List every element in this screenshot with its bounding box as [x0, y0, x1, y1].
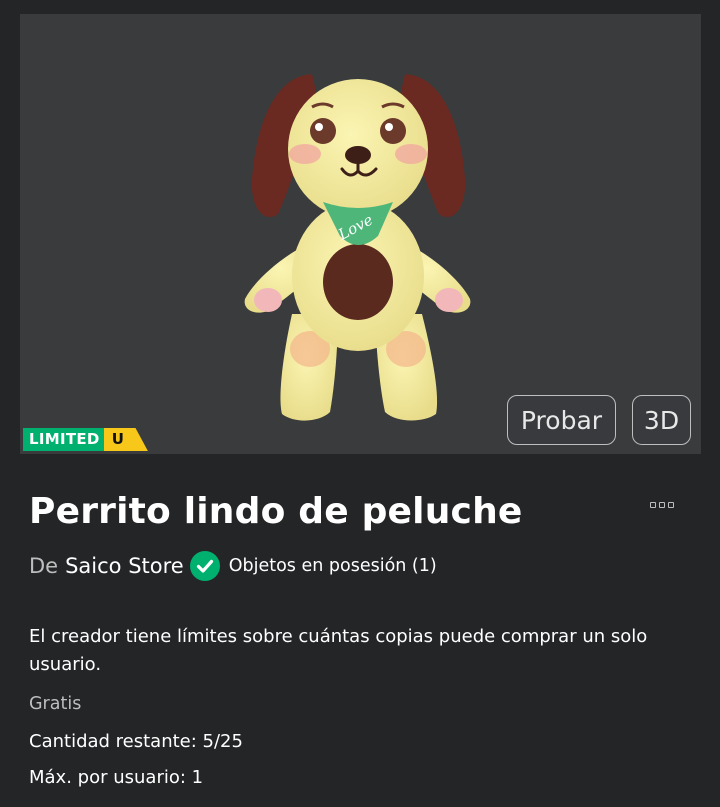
- creator-prefix: De: [29, 554, 59, 578]
- limited-label: LIMITED: [23, 428, 104, 451]
- creator-name-link[interactable]: Saico Store: [65, 554, 184, 578]
- remaining-quantity: Cantidad restante: 5/25: [29, 731, 243, 752]
- item-price: Gratis: [29, 694, 82, 714]
- verified-check-icon: [189, 551, 220, 581]
- owned-items-count: Objetos en posesión (1): [228, 556, 437, 576]
- item-description: El creador tiene límites sobre cuántas c…: [29, 626, 648, 675]
- item-title: Perrito lindo de peluche: [29, 491, 523, 532]
- view-3d-button[interactable]: 3D: [632, 395, 691, 445]
- limited-badge: LIMITED U: [23, 428, 148, 451]
- plush-dog-image: Love: [244, 74, 471, 421]
- limited-u-label: U: [103, 428, 148, 451]
- max-per-user: Máx. por usuario: 1: [29, 767, 204, 788]
- item-preview-viewer[interactable]: Love LIMITED U Probar 3D: [20, 14, 701, 454]
- more-options-icon[interactable]: [650, 502, 674, 508]
- try-on-button[interactable]: Probar: [507, 395, 616, 445]
- creator-byline: De Saico Store Objetos en posesión (1): [29, 548, 437, 584]
